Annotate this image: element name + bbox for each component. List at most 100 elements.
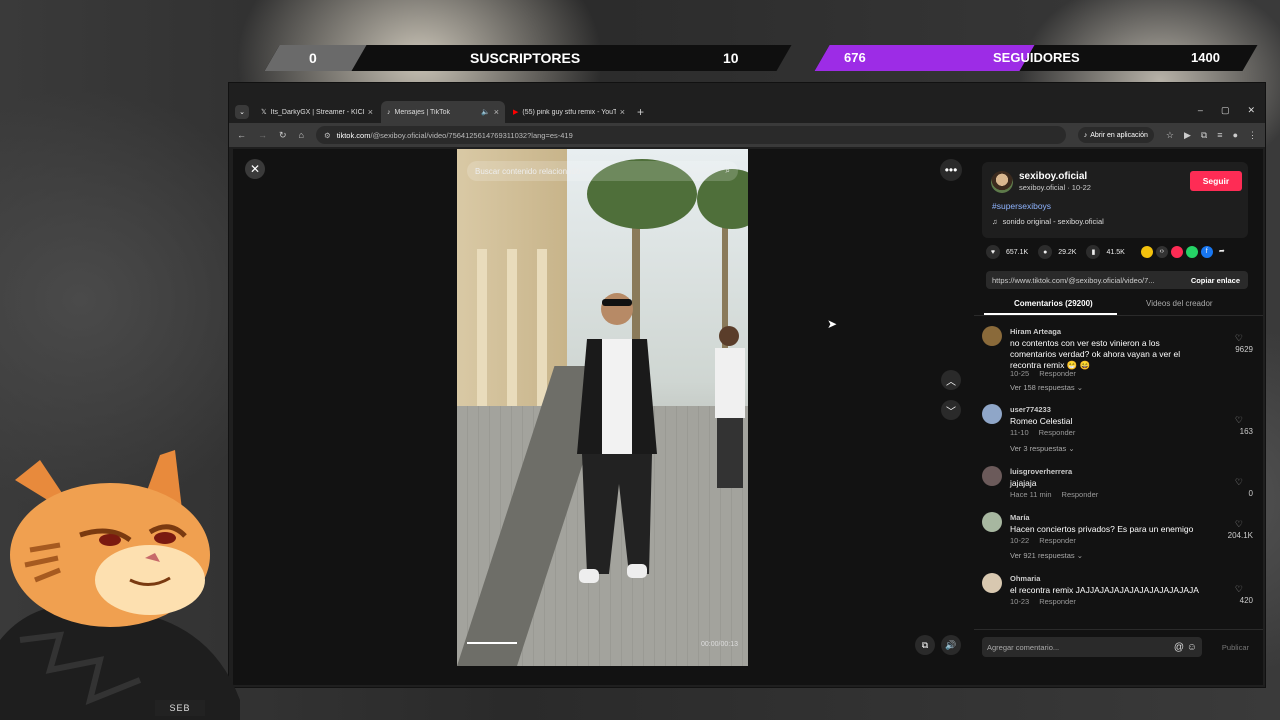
speaker-icon[interactable]: 🔈 (481, 108, 490, 116)
url-path: /@sexiboy.oficial/video/7564125614769311… (370, 130, 573, 140)
more-options-icon[interactable]: ••• (940, 159, 962, 181)
star-icon[interactable]: ☆ (1166, 130, 1174, 141)
home-icon[interactable]: ⌂ (299, 130, 304, 140)
list-item: luisgroverherrera jajajaja Hace 11 min R… (974, 461, 1263, 509)
volume-icon[interactable]: 🔊 (941, 635, 961, 655)
comment-likes: 204.1K (1227, 531, 1253, 540)
at-icon[interactable]: @ (1174, 642, 1184, 653)
avatar[interactable] (982, 512, 1002, 532)
media-icon[interactable]: ≡ (1217, 130, 1222, 141)
tiktok-page: ✕ Buscar contenido relacionado ⌕ 00:00/0… (233, 149, 1263, 685)
heart-outline-icon[interactable]: ♡ (1235, 584, 1243, 595)
avatar[interactable] (991, 171, 1013, 193)
close-tab-icon[interactable]: × (620, 107, 625, 117)
site-info-icon[interactable]: ⚙ (324, 131, 331, 140)
view-replies-button[interactable]: Ver 3 respuestas ⌄ (1010, 444, 1075, 453)
heart-outline-icon[interactable]: ♡ (1235, 333, 1243, 344)
video-player[interactable]: Buscar contenido relacionado ⌕ 00:00/00:… (457, 149, 748, 666)
comment-input[interactable]: Agregar comentario... @ ☺ (982, 637, 1202, 657)
open-in-app-button[interactable]: ♪ Abrir en aplicación (1077, 127, 1154, 143)
view-replies-button[interactable]: Ver 158 respuestas ⌄ (1010, 383, 1083, 392)
comments-count: 29.2K (1058, 248, 1077, 256)
embed-icon[interactable]: ‹› (1155, 246, 1168, 258)
tab-kick[interactable]: 𝕏 Its_DarkyGX | Streamer - KICK × (255, 101, 379, 123)
hashtag-link[interactable]: #supersexiboys (992, 201, 1051, 211)
comment-icon[interactable]: ● (1038, 245, 1053, 259)
emoji-share-icon[interactable] (1140, 246, 1153, 258)
video-progress-bar[interactable] (467, 642, 517, 644)
reload-icon[interactable]: ↻ (279, 130, 287, 141)
profile-icon[interactable]: ● (1233, 130, 1238, 141)
heart-outline-icon[interactable]: ♡ (1235, 477, 1243, 488)
tab-search-icon[interactable]: ⌄ (235, 105, 249, 119)
comment-user[interactable]: luisgroverherrera (1010, 467, 1072, 476)
tab-creator-videos[interactable]: Videos del creador (1146, 299, 1213, 308)
minimize-icon[interactable]: – (1198, 105, 1203, 116)
comment-date: 10-23 (1010, 597, 1030, 606)
next-video-icon[interactable]: ﹀ (941, 400, 961, 420)
back-icon[interactable]: ← (237, 130, 246, 140)
comment-list: Hiram Arteaga no contentos con ver esto … (974, 321, 1263, 617)
new-tab-icon[interactable]: + (637, 105, 644, 119)
heart-outline-icon[interactable]: ♡ (1235, 519, 1243, 530)
close-tab-icon[interactable]: × (494, 107, 499, 117)
view-replies-button[interactable]: Ver 921 respuestas ⌄ (1010, 551, 1083, 560)
share-arrow-icon[interactable]: ➦ (1216, 246, 1228, 258)
comment-user[interactable]: Ohmaria (1010, 574, 1040, 583)
extensions-icon[interactable]: ⧉ (1201, 130, 1207, 141)
heart-outline-icon[interactable]: ♡ (1235, 415, 1243, 426)
close-window-icon[interactable]: ✕ (1247, 105, 1255, 116)
copy-link-button[interactable]: Copiar enlace (1183, 276, 1248, 285)
url-field[interactable]: ⚙ tiktok.com/@sexiboy.oficial/video/7564… (315, 126, 1066, 144)
link-row: https://www.tiktok.com/@sexiboy.oficial/… (986, 271, 1248, 289)
comment-text: Hacen conciertos privados? Es para un en… (1010, 524, 1194, 534)
follow-button[interactable]: Seguir (1190, 171, 1242, 191)
comment-meta: 10-22 Responder (1010, 536, 1076, 545)
avatar[interactable] (982, 573, 1002, 593)
comment-text: el recontra remix JAJJAJAJAJAJAJAJAJAJAJ… (1010, 585, 1199, 595)
comment-user[interactable]: user774233 (1010, 405, 1051, 414)
avatar[interactable] (982, 404, 1002, 424)
maximize-icon[interactable]: ▢ (1221, 105, 1230, 116)
reply-button[interactable]: Responder (1062, 490, 1099, 499)
reply-button[interactable]: Responder (1039, 597, 1076, 606)
reply-button[interactable]: Responder (1039, 369, 1076, 378)
whatsapp-icon[interactable] (1185, 246, 1198, 258)
previous-video-icon[interactable]: ︿ (941, 370, 961, 390)
mouse-cursor-icon: ➤ (827, 317, 838, 331)
forward-icon[interactable]: → (258, 130, 267, 140)
menu-icon[interactable]: ⋮ (1248, 130, 1257, 141)
pip-icon[interactable]: ⧉ (915, 635, 935, 655)
tab-comments[interactable]: Comentarios (29200) (1014, 299, 1093, 308)
close-tab-icon[interactable]: × (368, 107, 373, 117)
music-note-icon: ♫ (992, 217, 998, 226)
publish-button[interactable]: Publicar (1222, 643, 1249, 652)
reply-button[interactable]: Responder (1039, 428, 1076, 437)
heart-icon[interactable]: ♥ (986, 245, 1000, 259)
video-person (577, 293, 657, 583)
bookmark-icon[interactable]: ▮ (1086, 245, 1101, 259)
send-icon[interactable] (1170, 246, 1183, 258)
comment-user[interactable]: Hiram Arteaga (1010, 327, 1061, 336)
avatar[interactable] (982, 326, 1002, 346)
url-host: tiktok.com (336, 130, 371, 140)
follower-goal: 1400 (1191, 50, 1220, 65)
reply-button[interactable]: Responder (1039, 536, 1076, 545)
tab-label: Mensajes | TikTok (394, 108, 451, 116)
replies-label: Ver 158 respuestas (1010, 383, 1075, 392)
facebook-icon[interactable]: f (1200, 246, 1213, 258)
comment-user[interactable]: María (1010, 513, 1030, 522)
tab-youtube[interactable]: ▶ (55) pink guy stfu remix - YouT... × (507, 101, 631, 123)
list-item: Ohmaria el recontra remix JAJJAJAJAJAJAJ… (974, 568, 1263, 616)
close-icon[interactable]: ✕ (245, 159, 265, 179)
video-search-overlay[interactable]: Buscar contenido relacionado ⌕ (467, 161, 738, 181)
avatar[interactable] (982, 466, 1002, 486)
tab-tiktok[interactable]: ♪ Mensajes | TikTok 🔈 × (381, 101, 505, 123)
post-username[interactable]: sexiboy.oficial (1019, 171, 1087, 182)
tab-label: Its_DarkyGX | Streamer - KICK (270, 108, 364, 116)
sound-link[interactable]: ♫ sonido original - sexiboy.oficial (992, 217, 1104, 226)
emoji-icon[interactable]: ☺ (1187, 642, 1197, 653)
cast-icon[interactable]: ▶ (1184, 130, 1191, 141)
post-link[interactable]: https://www.tiktok.com/@sexiboy.oficial/… (986, 276, 1183, 285)
browser-tools: ☆ ▶ ⧉ ≡ ● ⋮ (1166, 130, 1257, 141)
